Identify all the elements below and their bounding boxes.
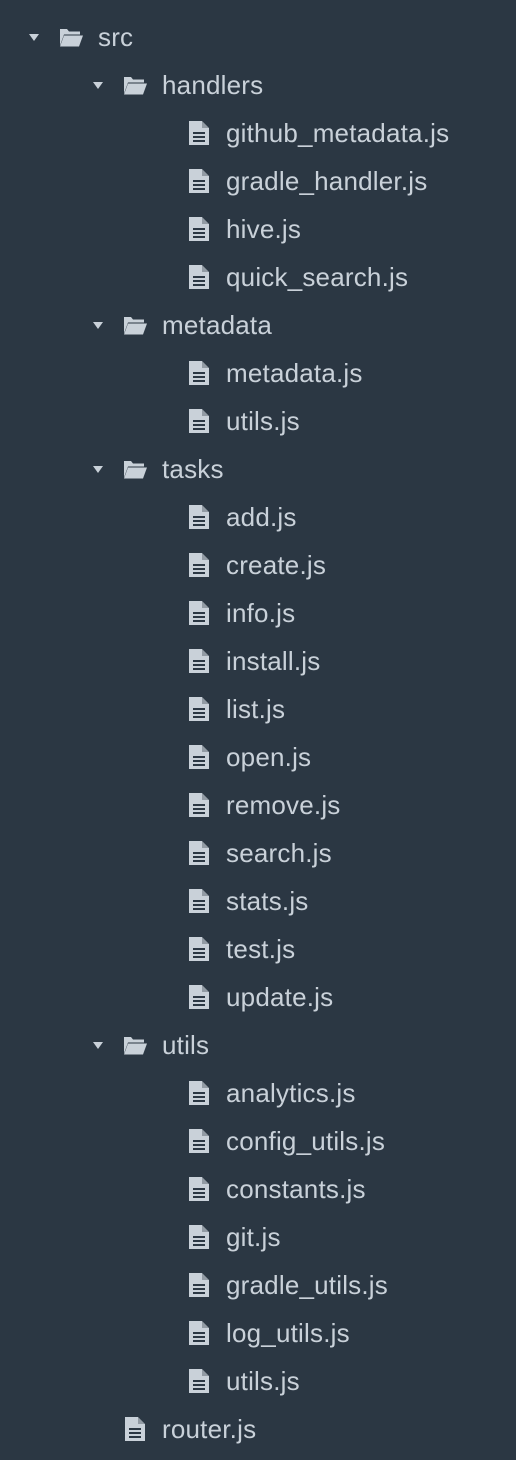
tree-file[interactable]: metadata.js	[0, 349, 516, 397]
file-icon	[186, 552, 212, 578]
file-label: add.js	[226, 502, 297, 532]
file-label: hive.js	[226, 214, 302, 244]
chevron-down-icon[interactable]	[28, 31, 40, 43]
file-label: gradle_utils.js	[226, 1270, 388, 1300]
file-icon	[186, 744, 212, 770]
file-label: create.js	[226, 550, 327, 580]
file-icon	[186, 360, 212, 386]
file-icon	[186, 408, 212, 434]
file-icon	[186, 1176, 212, 1202]
tree-file[interactable]: router.js	[0, 1405, 516, 1453]
tree-folder-metadata[interactable]: metadata	[0, 301, 516, 349]
tree-file[interactable]: stats.js	[0, 877, 516, 925]
folder-open-icon	[122, 1032, 148, 1058]
file-icon	[186, 792, 212, 818]
file-label: log_utils.js	[226, 1318, 350, 1348]
tree-file[interactable]: github_metadata.js	[0, 109, 516, 157]
tree-file[interactable]: constants.js	[0, 1165, 516, 1213]
file-icon	[186, 1128, 212, 1154]
folder-open-icon	[122, 72, 148, 98]
file-icon	[186, 984, 212, 1010]
tree-folder-handlers[interactable]: handlers	[0, 61, 516, 109]
file-label: test.js	[226, 934, 296, 964]
file-icon	[186, 936, 212, 962]
chevron-down-icon[interactable]	[92, 319, 104, 331]
tree-file[interactable]: search.js	[0, 829, 516, 877]
folder-open-icon	[122, 456, 148, 482]
chevron-down-icon[interactable]	[92, 79, 104, 91]
file-label: constants.js	[226, 1174, 366, 1204]
tree-file[interactable]: update.js	[0, 973, 516, 1021]
file-label: update.js	[226, 982, 334, 1012]
tree-file[interactable]: quick_search.js	[0, 253, 516, 301]
folder-label: metadata	[162, 310, 273, 340]
tree-file[interactable]: open.js	[0, 733, 516, 781]
file-label: list.js	[226, 694, 286, 724]
tree-folder-tasks[interactable]: tasks	[0, 445, 516, 493]
tree-file[interactable]: list.js	[0, 685, 516, 733]
tree-file[interactable]: test.js	[0, 925, 516, 973]
file-icon	[186, 1320, 212, 1346]
file-label: remove.js	[226, 790, 341, 820]
tree-file[interactable]: add.js	[0, 493, 516, 541]
file-label: quick_search.js	[226, 262, 409, 292]
chevron-down-icon[interactable]	[92, 463, 104, 475]
tree-file[interactable]: utils.js	[0, 397, 516, 445]
tree-file[interactable]: remove.js	[0, 781, 516, 829]
folder-open-icon	[58, 24, 84, 50]
file-label: utils.js	[226, 1366, 300, 1396]
file-icon	[186, 1368, 212, 1394]
file-icon	[186, 216, 212, 242]
file-label: install.js	[226, 646, 321, 676]
file-label: info.js	[226, 598, 296, 628]
tree-file[interactable]: analytics.js	[0, 1069, 516, 1117]
tree-file[interactable]: info.js	[0, 589, 516, 637]
tree-folder-utils[interactable]: utils	[0, 1021, 516, 1069]
file-label: gradle_handler.js	[226, 166, 428, 196]
tree-file[interactable]: create.js	[0, 541, 516, 589]
file-icon	[186, 1224, 212, 1250]
tree-file[interactable]: git.js	[0, 1213, 516, 1261]
tree-file[interactable]: gradle_utils.js	[0, 1261, 516, 1309]
file-icon	[186, 696, 212, 722]
tree-folder-src[interactable]: src	[0, 13, 516, 61]
folder-open-icon	[122, 312, 148, 338]
chevron-down-icon[interactable]	[92, 1039, 104, 1051]
tree-file[interactable]: config_utils.js	[0, 1117, 516, 1165]
file-icon	[186, 600, 212, 626]
tree-file[interactable]: install.js	[0, 637, 516, 685]
file-label: open.js	[226, 742, 312, 772]
tree-file[interactable]: utils.js	[0, 1357, 516, 1405]
file-label: github_metadata.js	[226, 118, 450, 148]
file-icon	[186, 120, 212, 146]
file-label: utils.js	[226, 406, 300, 436]
folder-label: handlers	[162, 70, 264, 100]
tree-file[interactable]: log_utils.js	[0, 1309, 516, 1357]
tree-file[interactable]: hive.js	[0, 205, 516, 253]
file-label: config_utils.js	[226, 1126, 386, 1156]
file-label: search.js	[226, 838, 332, 868]
file-icon	[186, 504, 212, 530]
tree-file[interactable]: gradle_handler.js	[0, 157, 516, 205]
file-icon	[186, 840, 212, 866]
file-label: router.js	[162, 1414, 257, 1444]
file-icon	[186, 1272, 212, 1298]
folder-label: utils	[162, 1030, 210, 1060]
file-label: git.js	[226, 1222, 281, 1252]
file-icon	[186, 168, 212, 194]
file-label: analytics.js	[226, 1078, 356, 1108]
file-label: stats.js	[226, 886, 309, 916]
folder-label: tasks	[162, 454, 224, 484]
file-icon	[186, 264, 212, 290]
file-label: metadata.js	[226, 358, 363, 388]
file-icon	[186, 888, 212, 914]
file-icon	[186, 648, 212, 674]
file-icon	[186, 1080, 212, 1106]
folder-label: src	[98, 22, 134, 52]
file-tree: src handlers github_metadata.js gradle_h…	[0, 0, 516, 1460]
file-icon	[122, 1416, 148, 1442]
